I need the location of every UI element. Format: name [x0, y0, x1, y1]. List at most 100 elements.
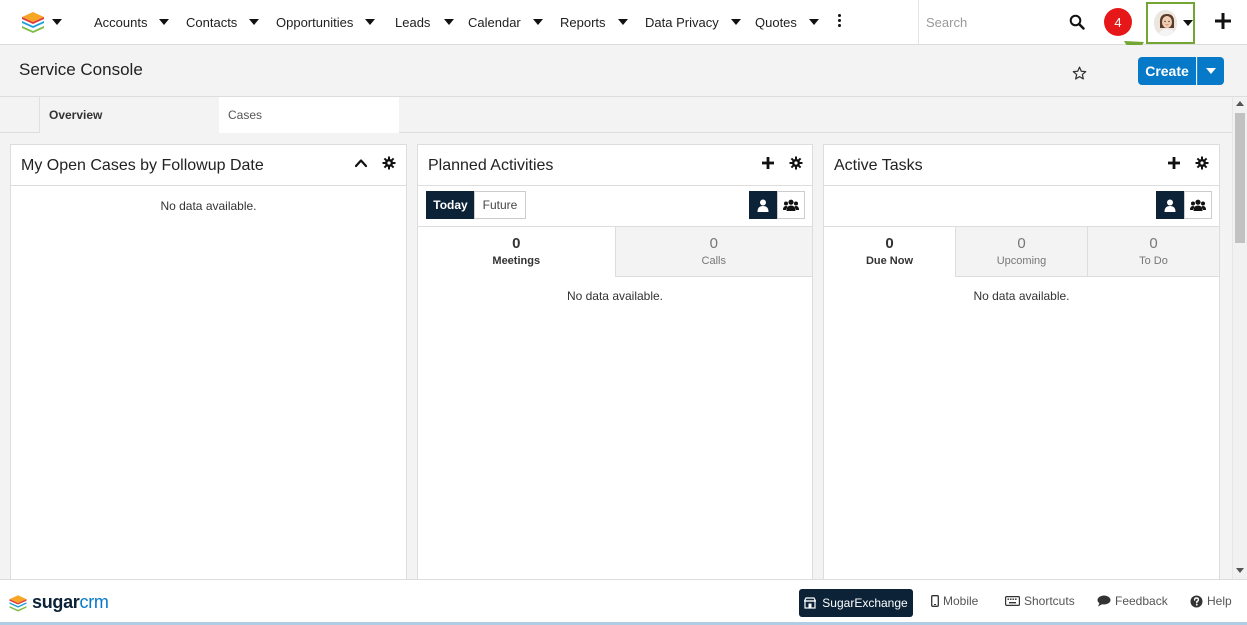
subtab-meetings[interactable]: 0 Meetings [418, 227, 615, 277]
subtab-label: Due Now [865, 255, 914, 267]
dashlet-title: Planned Activities [428, 157, 554, 174]
caret-down-icon [1183, 20, 1193, 26]
caret-down-icon[interactable] [730, 19, 741, 25]
gear-icon[interactable] [382, 156, 396, 170]
scroll-up-arrow-icon[interactable] [1236, 101, 1244, 106]
subtab-calls[interactable]: 0 Calls [614, 227, 812, 277]
shortcuts-link[interactable]: Shortcuts [1005, 594, 1075, 608]
plus-icon[interactable] [761, 156, 775, 170]
subtab-count: 0 [512, 235, 521, 252]
user-icon [1164, 199, 1176, 212]
caret-down-icon[interactable] [808, 19, 819, 25]
nav-item-label: Leads [395, 14, 431, 30]
nav-item-opportunities[interactable]: Opportunities [276, 0, 376, 44]
user-profile-menu[interactable] [1146, 2, 1195, 44]
star-icon[interactable] [1072, 66, 1087, 81]
empty-state-text: No data available. [566, 289, 664, 303]
search-icon[interactable] [1069, 14, 1085, 30]
caret-down-icon[interactable] [444, 19, 455, 25]
nav-item-reports[interactable]: Reports [560, 0, 628, 44]
caret-down-icon[interactable] [365, 19, 376, 25]
nav-item-contacts[interactable]: Contacts [186, 0, 260, 44]
nav-item-label: Opportunities [276, 14, 354, 30]
search-input[interactable] [919, 0, 1064, 44]
plus-icon[interactable] [1167, 156, 1181, 170]
nav-item-label: Quotes [755, 14, 797, 30]
console-tabs: Overview Cases [0, 97, 1232, 133]
team-items-button[interactable] [777, 191, 805, 219]
dashlet-header: My Open Cases by Followup Date [11, 145, 406, 186]
nav-item-quotes[interactable]: Quotes [755, 0, 819, 44]
caret-down-icon[interactable] [249, 19, 260, 25]
caret-down-icon [1206, 68, 1216, 74]
sugar-logo-icon [22, 12, 44, 33]
subtab-count: 0 [1149, 234, 1158, 252]
nav-item-accounts[interactable]: Accounts [94, 0, 170, 44]
create-dropdown-button[interactable] [1197, 57, 1224, 85]
create-button[interactable]: Create [1138, 57, 1196, 85]
group-icon [783, 199, 799, 211]
subtab-due-now[interactable]: 0 Due Now [824, 227, 955, 277]
tab-cases[interactable]: Cases [219, 97, 399, 133]
mobile-label: Mobile [943, 594, 979, 608]
help-label: Help [1207, 594, 1232, 608]
footer-logo[interactable]: sugarcrm [8, 592, 109, 613]
chevron-up-icon[interactable] [354, 156, 368, 170]
caret-down-icon[interactable] [159, 19, 170, 25]
tab-overview[interactable]: Overview [39, 97, 219, 133]
sugar-exchange-label: SugarExchange [822, 596, 908, 610]
vertical-scrollbar[interactable] [1232, 97, 1247, 579]
feedback-link[interactable]: Feedback [1097, 594, 1168, 608]
dashlet-active-tasks: Active Tasks 0 Due Now 0 Upcoming 0 To D… [823, 144, 1220, 579]
sugar-logo-menu-button[interactable] [20, 10, 64, 34]
caret-down-icon [52, 19, 62, 25]
my-items-button[interactable] [749, 191, 777, 219]
caret-down-icon[interactable] [617, 19, 628, 25]
caret-down-icon[interactable] [532, 19, 543, 25]
mobile-icon [931, 595, 939, 607]
help-link[interactable]: Help [1190, 594, 1232, 608]
filter-today-button[interactable]: Today [426, 191, 475, 219]
feedback-label: Feedback [1115, 594, 1168, 608]
activity-subtabs: 0 Meetings 0 Calls [418, 226, 812, 277]
keyboard-icon [1005, 596, 1020, 606]
scroll-down-arrow-icon[interactable] [1236, 568, 1244, 573]
gear-icon[interactable] [789, 156, 803, 170]
dashlet-header: Active Tasks [824, 145, 1219, 186]
subtab-label: To Do [1139, 254, 1168, 267]
team-items-button[interactable] [1184, 191, 1212, 219]
mobile-link[interactable]: Mobile [931, 594, 978, 608]
subtab-label: Calls [701, 254, 726, 267]
footer-logo-text: sugarcrm [32, 592, 109, 613]
empty-state-text: No data available. [973, 289, 1070, 303]
empty-state-text: No data available. [160, 199, 257, 213]
quick-create-plus-icon[interactable] [1214, 12, 1232, 30]
scroll-thumb[interactable] [1235, 113, 1245, 243]
dashlet-title: My Open Cases by Followup Date [21, 157, 264, 174]
global-search [918, 0, 1093, 44]
subtab-to-do[interactable]: 0 To Do [1087, 227, 1219, 277]
notifications-badge[interactable]: 4 [1104, 8, 1132, 36]
shortcuts-label: Shortcuts [1024, 594, 1075, 608]
task-subtabs: 0 Due Now 0 Upcoming 0 To Do [824, 226, 1219, 277]
my-items-button[interactable] [1156, 191, 1184, 219]
nav-item-calendar[interactable]: Calendar [468, 0, 543, 44]
dashlet-toolbar: Today Future [418, 186, 812, 226]
subtab-upcoming[interactable]: 0 Upcoming [955, 227, 1087, 277]
group-icon [1190, 199, 1206, 211]
dashlet-header: Planned Activities [418, 145, 812, 186]
dashlet-planned-activities: Planned Activities Today Future 0 Meetin… [417, 144, 813, 579]
nav-item-data-privacy[interactable]: Data Privacy [645, 0, 741, 44]
more-modules-menu-icon[interactable] [836, 14, 842, 30]
nav-item-label: Data Privacy [645, 14, 719, 30]
nav-item-leads[interactable]: Leads [395, 0, 455, 44]
subtab-count: 0 [885, 235, 894, 252]
sugar-exchange-button[interactable]: SugarExchange [799, 589, 913, 617]
top-navigation: Accounts Contacts Opportunities Leads Ca… [0, 0, 1247, 45]
gear-icon[interactable] [1195, 156, 1209, 170]
nav-item-label: Contacts [186, 14, 238, 30]
help-icon [1190, 595, 1203, 607]
filter-future-button[interactable]: Future [474, 191, 526, 219]
subtab-label: Upcoming [996, 254, 1047, 267]
comment-icon [1097, 595, 1111, 607]
